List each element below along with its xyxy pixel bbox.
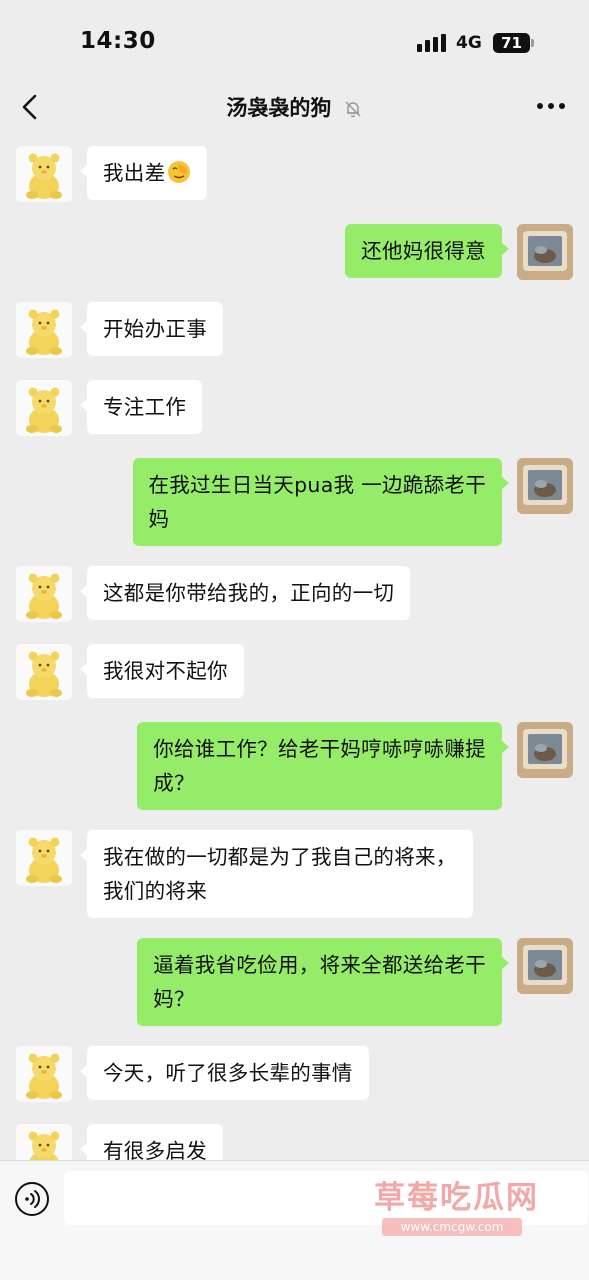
message-bubble[interactable]: 在我过生日当天pua我 一边跪舔老干 妈 — [132, 458, 510, 546]
network-label: 4G — [456, 33, 482, 53]
message-text-line: 我们的将来 — [103, 879, 207, 903]
contact-avatar[interactable] — [16, 566, 72, 622]
bear-avatar-icon — [16, 644, 72, 700]
message-bubble[interactable]: 我很对不起你 — [80, 644, 244, 698]
message-bubble[interactable]: 这都是你带给我的，正向的一切 — [79, 566, 411, 620]
message-bubble[interactable]: 今天，听了很多长辈的事情 — [80, 1046, 369, 1100]
bear-avatar-icon — [16, 1124, 72, 1160]
contact-avatar[interactable] — [16, 380, 72, 436]
photo-frame-avatar-icon — [517, 224, 573, 280]
bell-slash-icon — [345, 101, 361, 118]
bear-avatar-icon — [16, 380, 72, 436]
battery-cap — [531, 39, 534, 47]
contact-avatar[interactable] — [16, 1124, 72, 1160]
message-text: 开始办正事 — [103, 317, 207, 341]
bear-avatar-icon — [16, 146, 72, 202]
message-bubble[interactable]: 还他妈很得意 — [345, 224, 509, 278]
message-text-line: 我在做的一切都是为了我自己的将来， — [103, 845, 457, 869]
signal-icon — [417, 34, 446, 52]
status-time: 14:30 — [80, 28, 156, 54]
bear-avatar-icon — [16, 830, 72, 886]
message-text: 还他妈很得意 — [361, 239, 486, 263]
bear-avatar-icon — [16, 566, 72, 622]
message-text: 我出差 — [103, 161, 166, 185]
message-bubble[interactable]: 你给谁工作？给老干妈哼哧哼哧赚提 成？ — [137, 722, 509, 810]
contact-avatar[interactable] — [16, 302, 72, 358]
voice-wave-icon[interactable] — [14, 1181, 50, 1217]
contact-avatar[interactable] — [16, 644, 72, 700]
photo-frame-avatar-icon — [517, 458, 573, 514]
message-bubble[interactable]: 专注工作 — [79, 380, 203, 434]
message-list[interactable]: 我出差 还他妈很得意 开始办正事 专注工作 在我过生日当天pua我 一边跪舔老干… — [0, 132, 589, 1160]
photo-frame-avatar-icon — [517, 938, 573, 994]
self-avatar[interactable] — [517, 224, 573, 280]
contact-avatar[interactable] — [16, 830, 72, 886]
contact-avatar[interactable] — [16, 1046, 72, 1102]
bear-avatar-icon — [16, 302, 72, 358]
message-text: 有很多启发 — [103, 1139, 207, 1160]
chat-title[interactable]: 汤袅袅的狗 — [0, 92, 589, 122]
chat-header: 汤袅袅的狗 — [0, 82, 589, 132]
message-bubble[interactable]: 我出差 — [79, 146, 208, 200]
contact-avatar[interactable] — [16, 146, 72, 202]
self-avatar[interactable] — [517, 722, 573, 778]
watermark-title: 草莓吃瓜网 — [374, 1180, 539, 1216]
status-bar: 14:30 4G 71 — [0, 0, 589, 82]
battery-icon: 71 — [493, 33, 530, 53]
chat-title-text: 汤袅袅的狗 — [226, 96, 332, 120]
message-text: 这都是你带给我的，正向的一切 — [103, 581, 395, 605]
message-text-line: 逼着我省吃俭用，将来全都送给老干 — [153, 953, 486, 977]
message-text-line: 妈 — [148, 507, 170, 531]
watermark-url: www.cmcgw.com — [382, 1218, 522, 1236]
message-bubble[interactable]: 逼着我省吃俭用，将来全都送给老干 妈？ — [137, 938, 509, 1026]
message-bubble[interactable]: 我在做的一切都是为了我自己的将来， 我们的将来 — [80, 830, 473, 918]
photo-frame-avatar-icon — [517, 722, 573, 778]
message-bubble[interactable]: 开始办正事 — [80, 302, 223, 356]
bear-avatar-icon — [16, 1046, 72, 1102]
message-text: 我很对不起你 — [103, 659, 228, 683]
message-text-line: 你给谁工作？给老干妈哼哧哼哧赚提 — [153, 737, 486, 761]
message-text-line: 妈？ — [153, 987, 195, 1011]
message-text: 今天，听了很多长辈的事情 — [103, 1061, 353, 1085]
facepalm-emoji-icon — [168, 161, 191, 183]
message-text: 专注工作 — [103, 395, 187, 419]
ellipsis-icon[interactable] — [536, 102, 566, 110]
self-avatar[interactable] — [517, 938, 573, 994]
message-bubble[interactable]: 有很多启发 — [80, 1124, 223, 1160]
message-text-line: 在我过生日当天pua我 一边跪舔老干 — [148, 473, 486, 497]
self-avatar[interactable] — [517, 458, 573, 514]
message-text-line: 成？ — [153, 771, 195, 795]
